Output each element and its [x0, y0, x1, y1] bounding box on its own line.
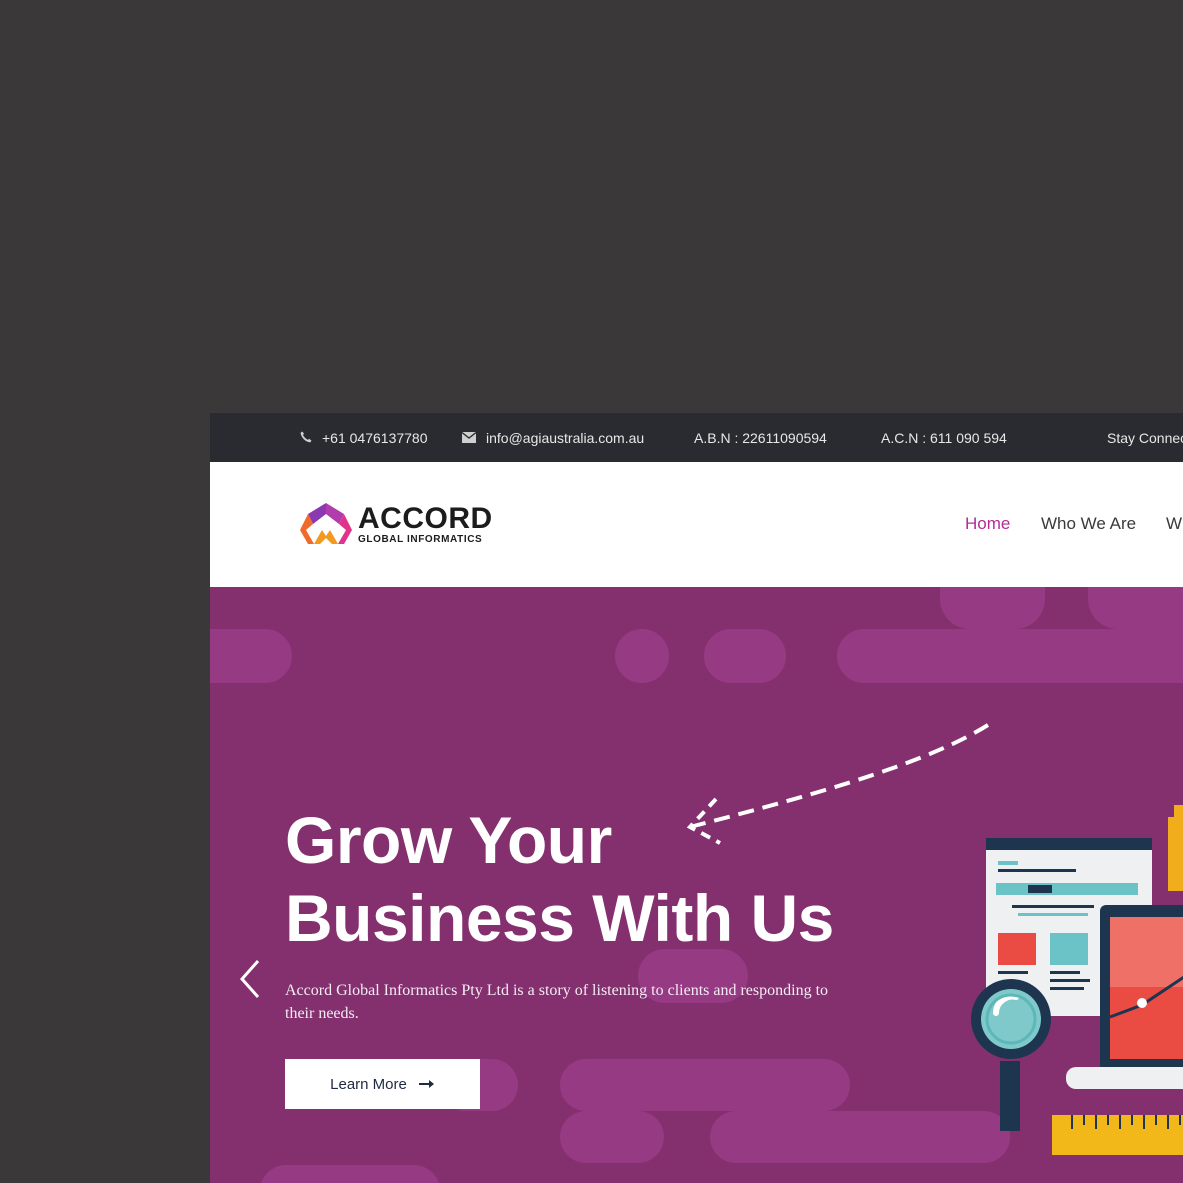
slider-prev-button[interactable]: [238, 959, 262, 1004]
arrow-right-icon: [418, 1076, 435, 1093]
hero-description: Accord Global Informatics Pty Ltd is a s…: [285, 982, 829, 1022]
learn-more-button[interactable]: Learn More: [285, 1059, 480, 1109]
bg-pill: [560, 1059, 850, 1111]
top-info-bar: +61 0476137780 info@agiaustralia.com.au …: [210, 413, 1183, 462]
hero-title-line-2: Business With Us: [285, 881, 834, 955]
abn-number: A.B.N : 22611090594: [694, 429, 827, 446]
email-contact[interactable]: info@agiaustralia.com.au: [461, 413, 645, 462]
phone-number: +61 0476137780: [322, 429, 428, 446]
bg-pill: [704, 629, 786, 683]
site-logo[interactable]: ACCORD GLOBAL INFORMATICS: [300, 500, 493, 548]
hero-slider: Grow Your Business With Us Accord Global…: [210, 587, 1183, 1183]
website-frame: +61 0476137780 info@agiaustralia.com.au …: [210, 413, 1183, 1183]
bg-pill: [210, 629, 292, 683]
chevron-left-icon: [239, 960, 260, 998]
site-header: ACCORD GLOBAL INFORMATICS Home Who We Ar…: [210, 462, 1183, 587]
acn-number: A.C.N : 611 090 594: [881, 429, 1007, 446]
logo-name: ACCORD: [358, 501, 493, 535]
bg-pill: [940, 587, 1045, 629]
envelope-icon: [461, 430, 477, 446]
phone-contact[interactable]: +61 0476137780: [300, 413, 428, 462]
hero-title: Grow Your Business With Us: [285, 801, 834, 957]
nav-item-home[interactable]: Home: [965, 514, 1010, 534]
hero-title-line-1: Grow Your: [285, 803, 612, 877]
nav-item-what-we-do[interactable]: Wh: [1166, 514, 1183, 534]
learn-more-label: Learn More: [330, 1075, 407, 1093]
stay-connected-label: Stay Connec: [1107, 429, 1183, 446]
bg-pill: [560, 1111, 664, 1163]
bg-pill: [615, 629, 669, 683]
bg-pill: [1088, 587, 1183, 629]
phone-icon: [300, 430, 312, 446]
nav-item-who-we-are[interactable]: Who We Are: [1041, 514, 1136, 534]
bg-pill: [837, 629, 1183, 683]
analytics-illustration: [971, 805, 1183, 1155]
accord-logo-mark-icon: [300, 503, 352, 544]
logo-subtitle: GLOBAL INFORMATICS: [358, 533, 483, 545]
email-address: info@agiaustralia.com.au: [486, 429, 645, 446]
bg-pill: [260, 1165, 440, 1183]
